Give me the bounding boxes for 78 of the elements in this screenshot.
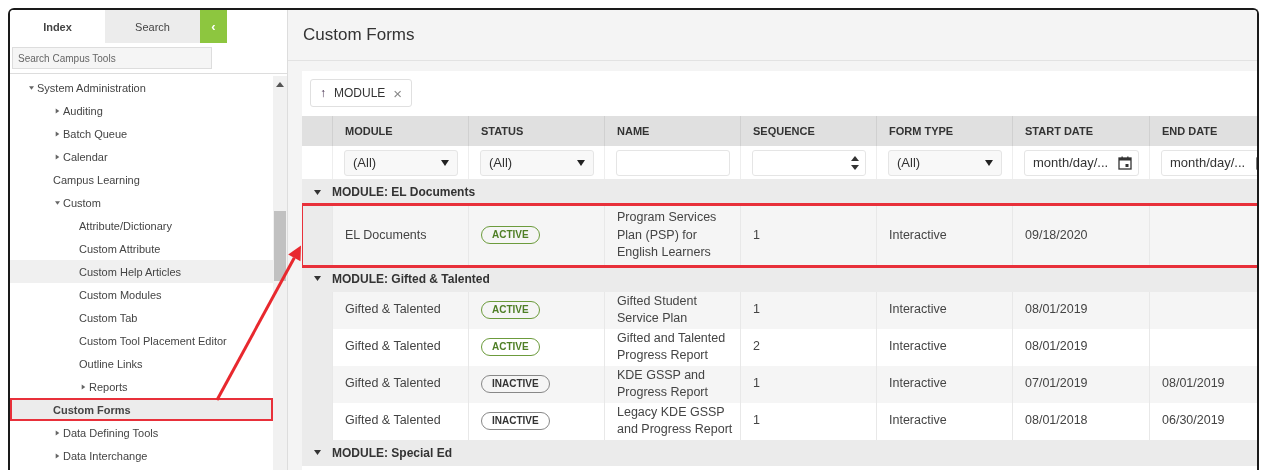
filter-number-field[interactable] — [752, 149, 866, 176]
table-cell: KDE GSSP and Progress Report — [604, 365, 740, 403]
table-cell: 1 — [740, 365, 876, 403]
table-cell: 08/01/2019 — [1149, 365, 1257, 403]
caret-down-icon — [441, 159, 449, 166]
table-cell: Interactive — [876, 291, 1012, 329]
column-header[interactable]: MODULE — [332, 116, 468, 146]
sort-chip[interactable]: ↑ MODULE × — [310, 79, 413, 107]
group-row[interactable]: MODULE: EL Documents — [302, 179, 1257, 205]
caret-right-icon[interactable] — [55, 130, 60, 137]
tree-item[interactable]: Outline Links — [10, 352, 273, 375]
page-title: Custom Forms — [303, 25, 415, 45]
column-header[interactable]: FORM TYPE — [876, 116, 1012, 146]
scrollbar[interactable] — [273, 76, 287, 470]
caret-down-icon[interactable] — [55, 199, 60, 206]
table-cell: 1 — [740, 205, 876, 266]
table-cell: 08/01/2019 — [1012, 291, 1149, 329]
caret-right-icon[interactable] — [55, 429, 60, 436]
tree-item[interactable]: Custom Modules — [10, 283, 273, 306]
table-cell: Gifted & Talented — [332, 365, 468, 403]
tree-item[interactable]: Calendar — [10, 145, 273, 168]
column-header[interactable]: END DATE — [1149, 116, 1257, 146]
tree-item[interactable]: Batch Queue — [10, 122, 273, 145]
caret-down-icon — [577, 159, 585, 166]
filter-dropdown[interactable]: (All) — [480, 149, 594, 176]
tree-item[interactable]: Custom Help Articles — [10, 260, 273, 283]
tree-item[interactable]: Data Defining Tools — [10, 421, 273, 444]
tree-item[interactable]: Campus Learning — [10, 168, 273, 191]
table-cell: Gifted & Talented — [332, 291, 468, 329]
tree-item[interactable]: Data Interchange — [10, 444, 273, 467]
column-header[interactable]: SEQUENCE — [740, 116, 876, 146]
table-row[interactable]: EL Documents ACTIVE Program Services Plan (PSP) for English Learners 1 Interactive 09/18/2020 — [302, 205, 1257, 266]
search-field[interactable]: Search Campus Tools — [12, 47, 212, 69]
tree-item[interactable]: Reports — [10, 375, 273, 398]
table-cell: 09/18/2020 — [1012, 205, 1149, 266]
chip-label: MODULE — [334, 86, 386, 100]
table-cell: EL Documents — [332, 205, 468, 266]
filter-dropdown[interactable]: (All) — [888, 149, 1002, 176]
filter-dropdown[interactable]: (All) — [344, 149, 458, 176]
remove-button[interactable]: × — [393, 84, 403, 102]
caret-down-icon[interactable] — [313, 449, 321, 456]
header-corner — [302, 116, 332, 146]
tree-item[interactable]: Custom Tab — [10, 306, 273, 329]
table-cell: 1 — [740, 291, 876, 329]
spinner-icon[interactable] — [851, 155, 859, 170]
tree-item[interactable]: Custom Tool Placement Editor — [10, 329, 273, 352]
table-cell: Interactive — [876, 365, 1012, 403]
calendar-icon[interactable] — [1118, 155, 1132, 170]
table-cell: Interactive — [876, 205, 1012, 266]
caret-down-icon — [985, 159, 993, 166]
tree-item[interactable]: Custom Forms — [10, 398, 273, 421]
column-header[interactable]: NAME — [604, 116, 740, 146]
tree-item[interactable]: Custom Attribute — [10, 237, 273, 260]
caret-down-icon[interactable] — [29, 84, 34, 91]
caret-right-icon[interactable] — [55, 452, 60, 459]
caret-down-icon[interactable] — [313, 275, 321, 282]
table-row[interactable]: Gifted & Talented INACTIVE KDE GSSP and Progress Report 1 Interactive 07/01/2019 08/01/2019 — [302, 365, 1257, 403]
group-row[interactable]: MODULE: Special Ed — [302, 439, 1257, 466]
caret-right-icon[interactable] — [81, 383, 86, 390]
scrollbar-thumb[interactable] — [274, 211, 286, 281]
sidebar-tab[interactable]: Search — [105, 10, 200, 43]
tree-item[interactable]: Auditing — [10, 99, 273, 122]
caret-right-icon[interactable] — [55, 153, 60, 160]
table-cell: 07/01/2019 — [1012, 365, 1149, 403]
column-header[interactable]: STATUS — [468, 116, 604, 146]
table-cell: Program Services Plan (PSP) for English Learners — [604, 205, 740, 266]
tree-item[interactable]: Custom — [10, 191, 273, 214]
tree-item[interactable]: System Administration — [10, 76, 273, 99]
tree-item[interactable]: Attribute/Dictionary — [10, 214, 273, 237]
date-field[interactable]: month/day/... — [1161, 149, 1257, 176]
caret-down-icon[interactable] — [313, 188, 321, 196]
filter-field[interactable] — [616, 149, 730, 176]
column-header[interactable]: START DATE — [1012, 116, 1149, 146]
date-field[interactable]: month/day/... — [1024, 149, 1139, 176]
sort-arrow: ↑ — [320, 86, 326, 100]
table-cell: Gifted Student Service Plan — [604, 291, 740, 329]
caret-right-icon[interactable] — [55, 107, 60, 114]
table-row[interactable]: Gifted & Talented ACTIVE Gifted Student Service Plan 1 Interactive 08/01/2019 — [302, 291, 1257, 329]
